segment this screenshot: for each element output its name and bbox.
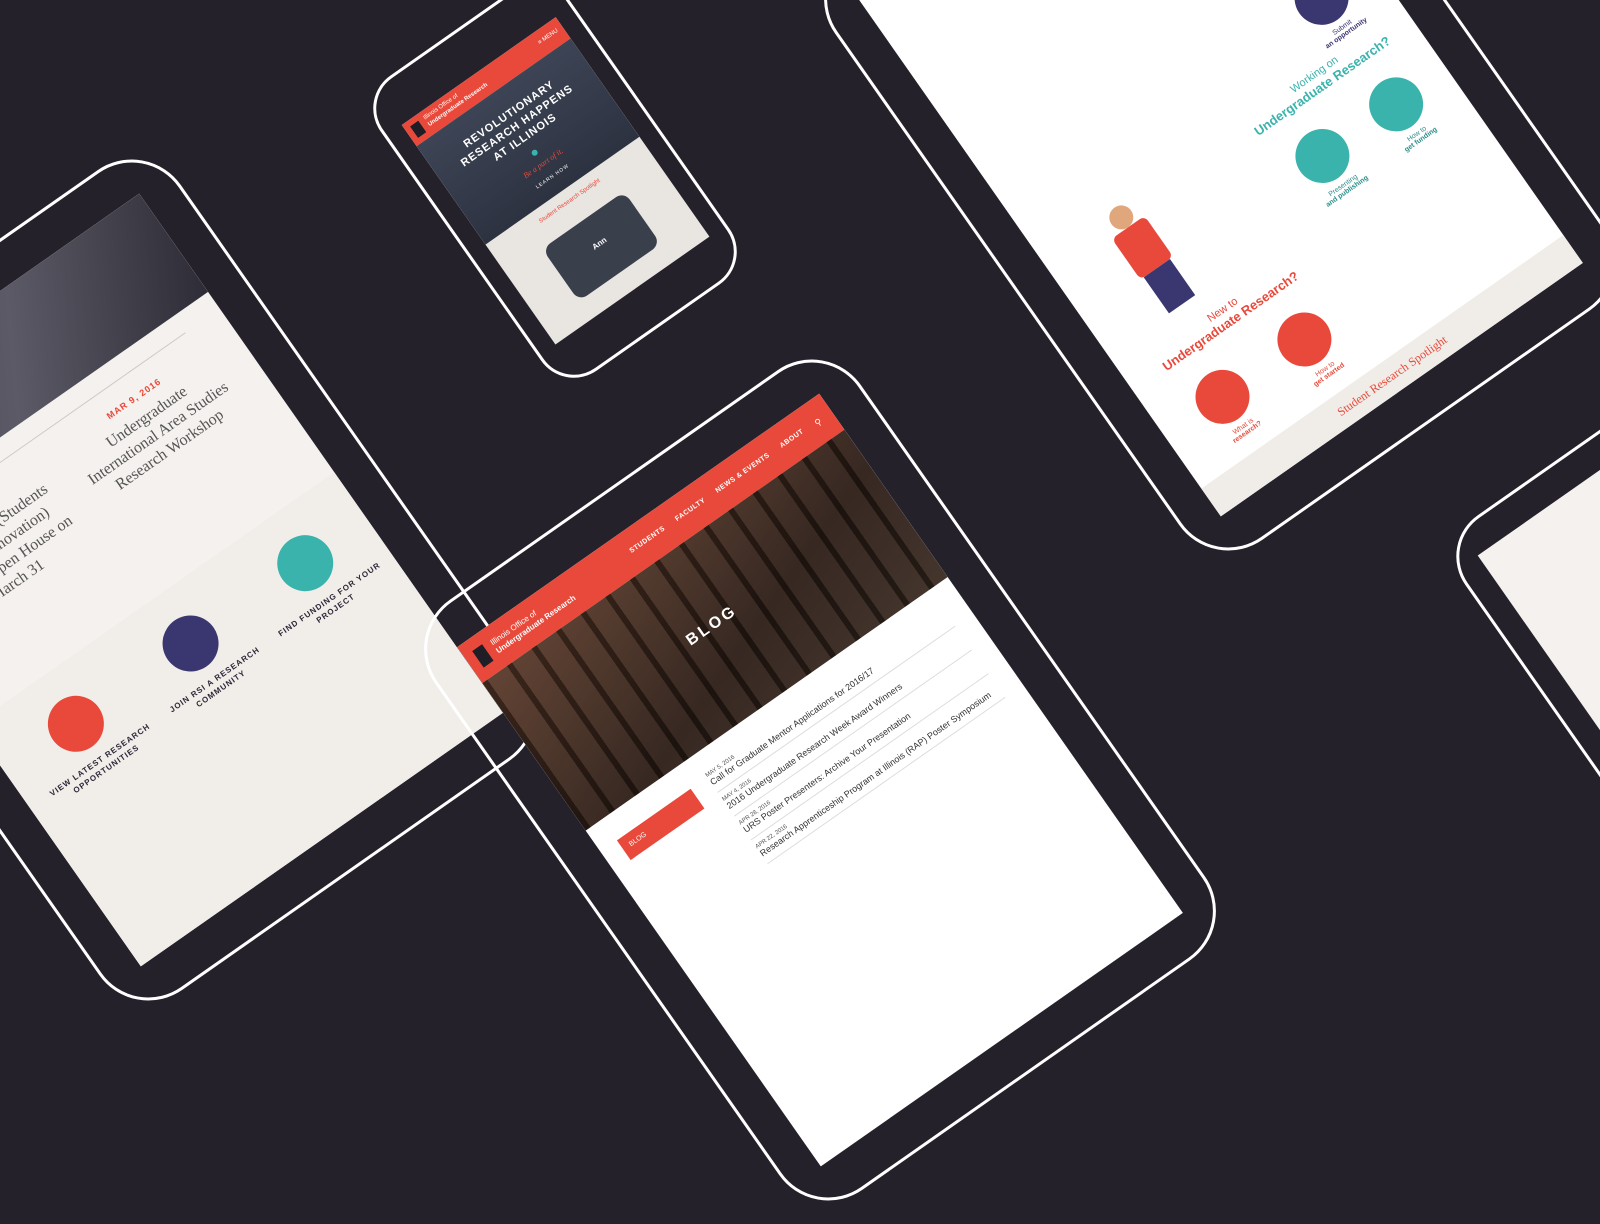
event-title: NCSA - SPIN (Students Pushing Innovation… [0, 480, 76, 617]
edge-tablet-frame [1436, 371, 1600, 889]
sidebar-blog-label: BLOG [628, 831, 649, 849]
nav-about[interactable]: ABOUT [779, 428, 808, 453]
illinois-logo [472, 644, 494, 668]
left-tablet-frame: MAR 9, 2016 Undergraduate International … [0, 135, 560, 1025]
illinois-logo [410, 120, 427, 138]
student-illustration [1090, 190, 1208, 323]
dot-icon [530, 148, 539, 157]
edge-tablet-screen [1477, 412, 1600, 851]
nav-faculty[interactable]: FACULTY [674, 497, 709, 526]
center-tablet-frame: Illinois Office of Undergraduate Researc… [400, 335, 1240, 1224]
right-tablet-screen: New to Undergraduate Research? Working o… [857, 0, 1583, 517]
phone-frame: Illinois Office of Undergraduate Researc… [357, 0, 753, 394]
phone-screen: Illinois Office of Undergraduate Researc… [401, 17, 710, 345]
event-item[interactable]: MAR 30, 2016 NCSA - SPIN (Students Pushi… [0, 458, 97, 642]
search-icon[interactable]: ⚲ [813, 416, 825, 429]
nav-students[interactable]: STUDENTS [628, 525, 668, 558]
center-tablet-screen: Illinois Office of Undergraduate Researc… [457, 393, 1183, 1167]
menu-button[interactable]: ≡ MENU [537, 28, 559, 46]
card-name: Ann [590, 235, 609, 252]
left-tablet-screen: MAR 9, 2016 Undergraduate International … [0, 193, 503, 967]
